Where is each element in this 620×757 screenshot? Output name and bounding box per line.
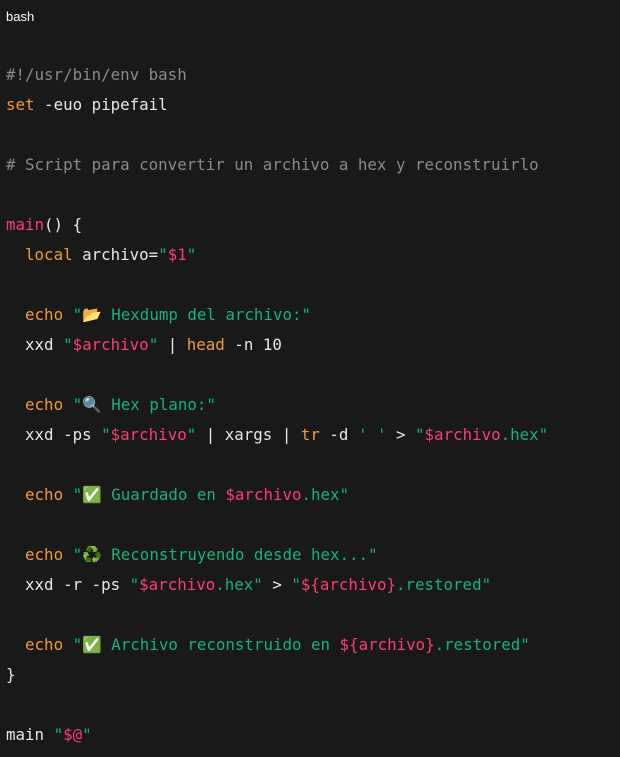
code-token: .hex" [500,425,549,444]
code-token: > [262,575,292,594]
code-token: " [415,425,425,444]
code-token: $archivo [72,335,149,354]
code-token: | [158,335,187,354]
code-token: "♻️ Reconstruyendo desde hex..." [63,545,378,564]
code-token: local [25,245,73,264]
code-token: main [6,215,45,234]
code-token: echo [25,635,64,654]
code-token: .restored" [434,635,530,654]
code-token: #!/usr/bin/env bash [6,65,187,84]
code-token: xxd [6,335,64,354]
code-line: xxd "$archivo" | head -n 10 [6,330,548,360]
code-token: xxd -ps [6,425,102,444]
code-line: echo "✅ Guardado en $archivo.hex" [6,480,548,510]
code-line: main "$@" [6,720,548,750]
code-token: "📂 Hexdump del archivo:" [63,305,311,324]
code-token: tr [300,425,320,444]
code-token: ' ' [357,425,387,444]
code-token: " [82,725,92,744]
code-token: " [148,335,159,354]
code-line: xxd -r -ps "$archivo.hex" > "${archivo}.… [6,570,548,600]
code-token: -d [319,425,358,444]
code-token: ${archivo} [300,575,396,594]
code-token: main [6,725,54,744]
code-line: # Script para convertir un archivo a hex… [6,150,548,180]
code-line: } [6,660,548,690]
code-block: bash #!/usr/bin/env bash set -euo pipefai… [0,0,620,757]
code-token: .hex" [215,575,263,594]
code-token: "✅ Guardado en [63,485,226,504]
code-token: $archivo [225,485,302,504]
code-token: $archivo [110,425,187,444]
code-token: "✅ Archivo reconstruido en [63,635,340,654]
code-token: echo [25,305,64,324]
code-token: $@ [63,725,83,744]
code-line: echo "🔍 Hex plano:" [6,390,548,420]
code-token: echo [25,545,64,564]
code-token: ${archivo} [339,635,435,654]
code-token: -n 10 [224,335,282,354]
code-token: > [386,425,416,444]
code-line: local archivo="$1" [6,240,548,270]
code-token: echo [25,485,64,504]
code-token: " [158,245,168,264]
code-line: echo "📂 Hexdump del archivo:" [6,300,548,330]
code-token: " [291,575,301,594]
code-token: set [6,95,35,114]
code-token: .restored" [395,575,492,594]
code-token: } [6,665,16,684]
code-token: echo [25,395,64,414]
code-token: " [186,245,197,264]
code-token: "🔍 Hex plano:" [63,395,216,414]
code-token: xxd -r -ps [6,575,130,594]
code-line: #!/usr/bin/env bash [6,60,548,90]
code-token: head [186,335,225,354]
code-token: " [63,335,73,354]
code-line: echo "✅ Archivo reconstruido en ${archiv… [6,630,548,660]
code-language-label: bash [6,9,35,24]
code-token: | xargs | [196,425,301,444]
code-line: main() { [6,210,548,240]
code-token: " [186,425,197,444]
code-token: $1 [167,245,187,264]
code-token: $archivo [139,575,216,594]
code-line: xxd -ps "$archivo" | xargs | tr -d ' ' >… [6,420,548,450]
code-token: # Script para convertir un archivo a hex… [6,155,539,174]
code-token: archivo= [72,245,159,264]
code-token: .hex" [301,485,350,504]
code-token: " [101,425,111,444]
code-token: () { [44,215,83,234]
code-token: " [53,725,64,744]
code-line: set -euo pipefail [6,90,548,120]
code-content[interactable]: #!/usr/bin/env bash set -euo pipefail # S… [6,60,548,750]
code-token: $archivo [424,425,501,444]
code-line: echo "♻️ Reconstruyendo desde hex..." [6,540,548,570]
code-token: -euo pipefail [34,95,168,114]
code-token: " [129,575,140,594]
